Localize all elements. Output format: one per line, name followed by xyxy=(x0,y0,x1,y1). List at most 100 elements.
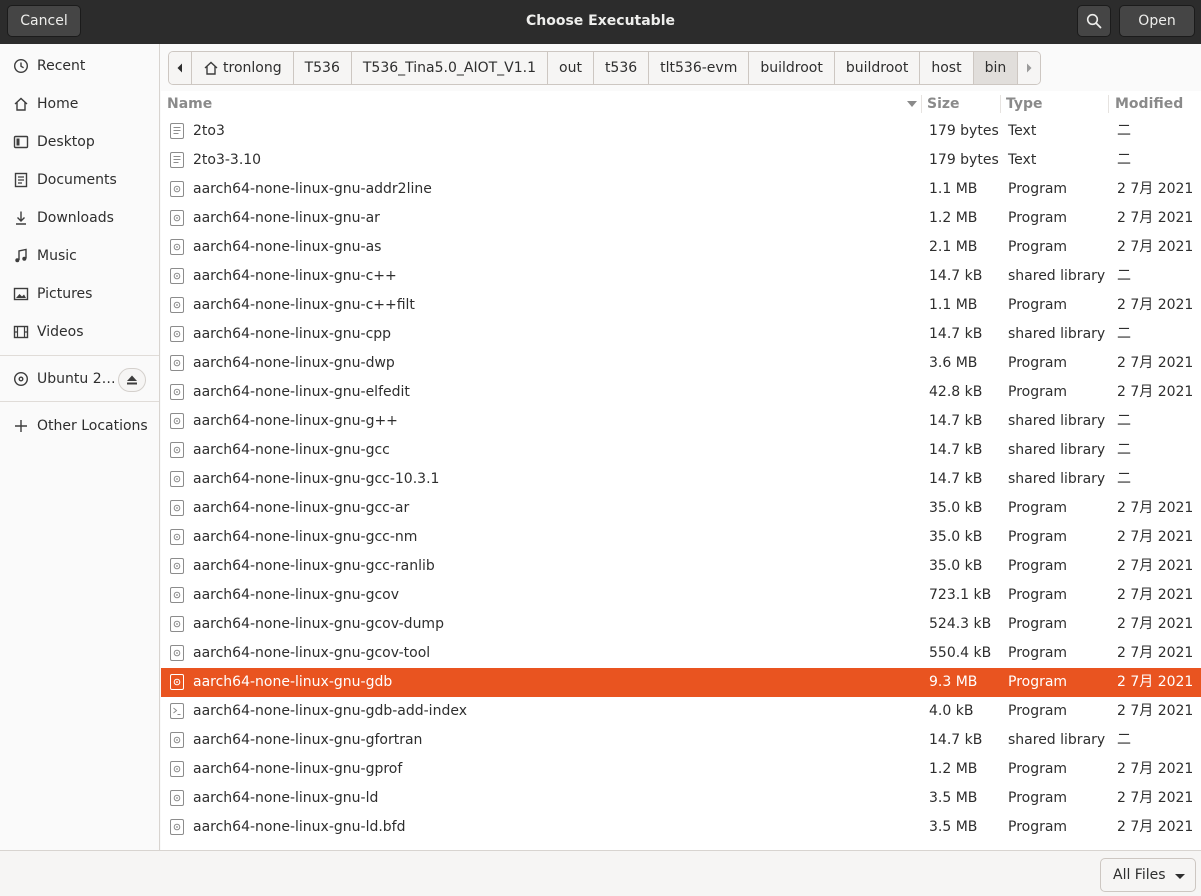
home-icon xyxy=(12,95,30,113)
file-filter-label: All Files xyxy=(1113,867,1166,883)
search-button[interactable] xyxy=(1077,5,1111,37)
sidebar-item-pictures[interactable]: Pictures xyxy=(0,276,159,312)
sidebar-item-other-locations[interactable]: Other Locations xyxy=(0,408,159,444)
executable-icon xyxy=(170,616,184,632)
file-name: aarch64-none-linux-gnu-addr2line xyxy=(193,181,432,197)
table-row[interactable]: aarch64-none-linux-gnu-cpp 14.7 kB shared … xyxy=(161,320,1201,349)
table-row[interactable]: aarch64-none-linux-gnu-elfedit 42.8 kB Pro… xyxy=(161,378,1201,407)
file-filter-dropdown[interactable]: All Files xyxy=(1100,858,1196,892)
table-row[interactable]: aarch64-none-linux-gnu-ld.bfd 3.5 MB Progr… xyxy=(161,813,1201,842)
cancel-button[interactable]: Cancel xyxy=(7,5,81,37)
file-type: shared library xyxy=(1008,442,1106,458)
sidebar-item-device[interactable]: Ubuntu 2… xyxy=(0,361,159,397)
executable-icon xyxy=(170,326,184,342)
breadcrumb-item[interactable]: host xyxy=(920,52,974,84)
table-row[interactable]: aarch64-none-linux-gnu-gcc-10.3.1 14.7 kB… xyxy=(161,465,1201,494)
pathbar-scroll-left-button[interactable] xyxy=(169,52,192,84)
column-header-size[interactable]: Size xyxy=(927,91,997,117)
sidebar-item-recent[interactable]: Recent xyxy=(0,48,159,84)
open-label: Open xyxy=(1138,13,1176,29)
pictures-icon xyxy=(12,285,30,303)
text-file-icon xyxy=(170,152,184,168)
table-row[interactable]: aarch64-none-linux-gnu-c++filt 1.1 MB Prog… xyxy=(161,291,1201,320)
file-type: Program xyxy=(1008,790,1068,806)
file-modified: 2 7月 2021 xyxy=(1117,210,1194,226)
file-type: Program xyxy=(1008,616,1068,632)
table-row[interactable]: aarch64-none-linux-gnu-gcc-ar 35.0 kB Prog… xyxy=(161,494,1201,523)
sidebar-item-home[interactable]: Home xyxy=(0,86,159,122)
breadcrumb-item[interactable]: T536_Tina5.0_AIOT_V1.1 xyxy=(351,52,548,84)
table-row[interactable]: aarch64-none-linux-gnu-gcov 723.1 kB Progr… xyxy=(161,581,1201,610)
table-row[interactable]: aarch64-none-linux-gnu-gcc 14.7 kB shared … xyxy=(161,436,1201,465)
executable-icon xyxy=(170,732,184,748)
file-modified: 二 xyxy=(1117,268,1131,284)
table-row[interactable]: aarch64-none-linux-gnu-gdb-add-index 4.0 … xyxy=(161,697,1201,726)
executable-icon xyxy=(170,500,184,516)
file-name: aarch64-none-linux-gnu-gcov-dump xyxy=(193,616,444,632)
table-row[interactable]: aarch64-none-linux-gnu-gcov-tool 550.4 kB… xyxy=(161,639,1201,668)
table-row[interactable]: 2to3-3.10 179 bytes Text 二 xyxy=(161,146,1201,175)
breadcrumb-item[interactable]: T536 xyxy=(293,52,352,84)
breadcrumb-item[interactable]: tlt536-evm xyxy=(649,52,750,84)
table-row[interactable]: aarch64-none-linux-gnu-c++ 14.7 kB shared … xyxy=(161,262,1201,291)
sidebar-item-music[interactable]: Music xyxy=(0,238,159,274)
executable-icon xyxy=(170,297,184,313)
breadcrumb-current[interactable]: bin xyxy=(973,52,1019,84)
executable-icon xyxy=(170,587,184,603)
sidebar-item-label: Documents xyxy=(37,172,117,188)
table-row[interactable]: aarch64-none-linux-gnu-as 2.1 MB Program 2 … xyxy=(161,233,1201,262)
home-icon xyxy=(204,61,218,75)
column-header-name[interactable]: Name xyxy=(167,91,921,117)
sidebar-item-desktop[interactable]: Desktop xyxy=(0,124,159,160)
column-header-type[interactable]: Type xyxy=(1006,91,1106,117)
table-row[interactable]: aarch64-none-linux-gnu-ld 3.5 MB Program 2 … xyxy=(161,784,1201,813)
file-name: aarch64-none-linux-gnu-gdb-add-index xyxy=(193,703,467,719)
table-row[interactable]: aarch64-none-linux-gnu-g++ 14.7 kB shared … xyxy=(161,407,1201,436)
file-size: 3.5 MB xyxy=(929,790,978,806)
music-icon xyxy=(12,247,30,265)
sidebar-item-label: Other Locations xyxy=(37,418,148,434)
column-header-modified[interactable]: Modified xyxy=(1115,91,1195,117)
sidebar-item-videos[interactable]: Videos xyxy=(0,314,159,350)
open-button[interactable]: Open xyxy=(1119,5,1195,37)
table-row[interactable]: aarch64-none-linux-gnu-gcc-ranlib 35.0 kB… xyxy=(161,552,1201,581)
file-size: 14.7 kB xyxy=(929,413,983,429)
breadcrumb-item[interactable]: t536 xyxy=(593,52,650,84)
clock-icon xyxy=(12,57,30,75)
file-type: Program xyxy=(1008,587,1068,603)
table-row[interactable]: aarch64-none-linux-gnu-gfortran 14.7 kB sh… xyxy=(161,726,1201,755)
table-row[interactable]: aarch64-none-linux-gnu-gprof 1.2 MB Progra… xyxy=(161,755,1201,784)
breadcrumb-item[interactable]: buildroot xyxy=(834,52,921,84)
table-row[interactable]: aarch64-none-linux-gnu-gcc-nm 35.0 kB Prog… xyxy=(161,523,1201,552)
chevron-left-icon xyxy=(177,63,182,73)
sidebar-item-documents[interactable]: Documents xyxy=(0,162,159,198)
executable-icon xyxy=(170,558,184,574)
column-separator xyxy=(921,95,922,113)
table-row[interactable]: aarch64-none-linux-gnu-gcov-dump 524.3 kB… xyxy=(161,610,1201,639)
file-size: 42.8 kB xyxy=(929,384,983,400)
file-name: aarch64-none-linux-gnu-gfortran xyxy=(193,732,423,748)
breadcrumb-item[interactable]: out xyxy=(548,52,594,84)
executable-icon xyxy=(170,355,184,371)
file-size: 524.3 kB xyxy=(929,616,992,632)
file-modified: 2 7月 2021 xyxy=(1117,529,1194,545)
executable-icon xyxy=(170,529,184,545)
breadcrumb-item[interactable]: buildroot xyxy=(749,52,835,84)
file-name: aarch64-none-linux-gnu-gcov-tool xyxy=(193,645,431,661)
sidebar-item-downloads[interactable]: Downloads xyxy=(0,200,159,236)
breadcrumb-tronlong[interactable]: tronlong xyxy=(192,52,294,84)
places-sidebar: Recent Home Desktop Documents Downloads … xyxy=(0,44,160,850)
file-name: aarch64-none-linux-gnu-gdb xyxy=(193,674,393,690)
table-row[interactable]: aarch64-none-linux-gnu-dwp 3.6 MB Program 2… xyxy=(161,349,1201,378)
table-row-selected[interactable]: aarch64-none-linux-gnu-gdb 9.3 MB Program 2… xyxy=(161,668,1201,697)
file-modified: 2 7月 2021 xyxy=(1117,297,1194,313)
file-modified: 2 7月 2021 xyxy=(1117,384,1194,400)
file-name: aarch64-none-linux-gnu-c++ xyxy=(193,268,397,284)
file-size: 1.2 MB xyxy=(929,761,978,777)
table-row[interactable]: aarch64-none-linux-gnu-ar 1.2 MB Program 2 … xyxy=(161,204,1201,233)
eject-button[interactable] xyxy=(118,368,146,392)
pathbar-scroll-right-button[interactable] xyxy=(1018,52,1041,84)
table-row[interactable]: aarch64-none-linux-gnu-addr2line 1.1 MB Pr… xyxy=(161,175,1201,204)
file-size: 1.1 MB xyxy=(929,181,978,197)
table-row[interactable]: 2to3 179 bytes Text 二 xyxy=(161,117,1201,146)
